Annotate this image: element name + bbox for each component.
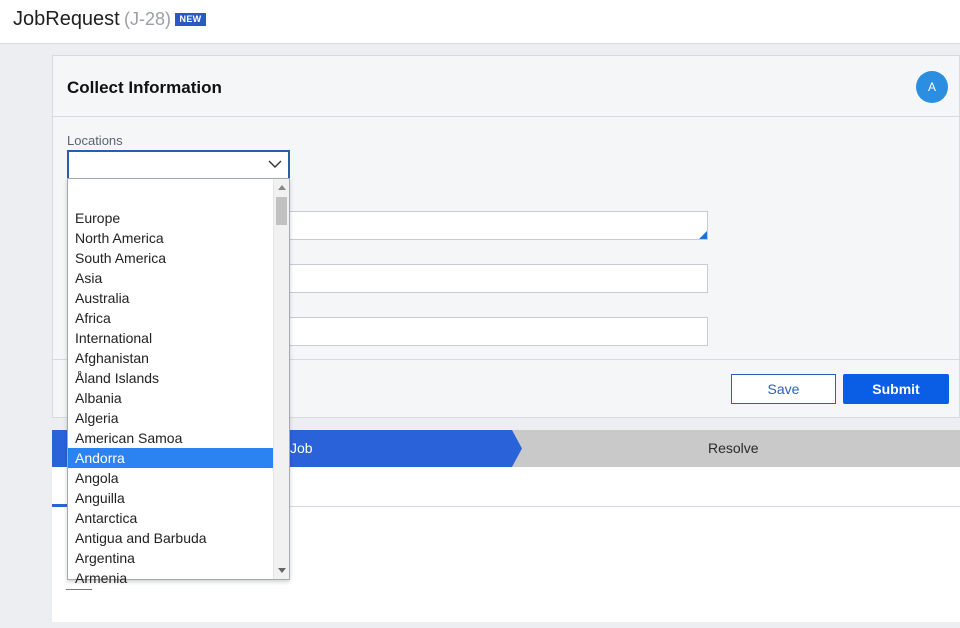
scroll-up-icon[interactable] <box>278 185 286 190</box>
dropdown-option[interactable]: Africa <box>68 308 273 328</box>
card-header: Collect Information A <box>53 56 959 117</box>
dropdown-option[interactable]: Antigua and Barbuda <box>68 528 273 548</box>
case-id: (J-28) <box>124 9 172 29</box>
dropdown-option[interactable]: Albania <box>68 388 273 408</box>
dropdown-option[interactable]: Åland Islands <box>68 368 273 388</box>
resize-handle-icon[interactable] <box>699 231 707 239</box>
placeholder-dash <box>66 589 92 590</box>
dropdown-option[interactable]: North America <box>68 228 273 248</box>
dropdown-option[interactable]: Argentina <box>68 548 273 568</box>
dropdown-option[interactable]: International <box>68 328 273 348</box>
top-bar: JobRequest (J-28) NEW <box>0 0 960 44</box>
dropdown-option[interactable]: Angola <box>68 468 273 488</box>
save-button[interactable]: Save <box>731 374 836 404</box>
locations-label: Locations <box>67 133 123 148</box>
dropdown-option[interactable]: American Samoa <box>68 428 273 448</box>
dropdown-option[interactable]: Armenia <box>68 568 273 588</box>
chevron-down-icon <box>268 160 282 168</box>
avatar[interactable]: A <box>916 71 948 103</box>
text-area-field[interactable] <box>289 211 708 240</box>
dropdown-option[interactable]: South America <box>68 248 273 268</box>
stage-resolve-label: Resolve <box>708 440 759 456</box>
scroll-thumb[interactable] <box>276 197 287 225</box>
dropdown-option[interactable]: Asia <box>68 268 273 288</box>
text-field-3[interactable] <box>289 317 708 346</box>
dropdown-option[interactable]: Australia <box>68 288 273 308</box>
scroll-down-icon[interactable] <box>278 568 286 573</box>
dropdown-option[interactable] <box>68 188 273 208</box>
status-badge: NEW <box>175 13 206 26</box>
dropdown-option[interactable]: Europe <box>68 208 273 228</box>
submit-button[interactable]: Submit <box>843 374 949 404</box>
locations-dropdown-list[interactable]: Europe North America South America Asia Aust… <box>67 178 290 586</box>
dropdown-option[interactable]: Anguilla <box>68 488 273 508</box>
dropdown-option[interactable]: Andorra <box>68 448 273 468</box>
locations-select[interactable] <box>67 150 290 180</box>
options-list: Europe North America South America Asia Aust… <box>68 179 273 586</box>
dropdown-option[interactable]: Algeria <box>68 408 273 428</box>
dropdown-option[interactable]: Antarctica <box>68 508 273 528</box>
case-type-title: JobRequest <box>13 8 120 30</box>
dropdown-option[interactable]: Afghanistan <box>68 348 273 368</box>
stage-job-label: Job <box>290 440 313 456</box>
scrollbar[interactable] <box>273 179 289 579</box>
card-title: Collect Information <box>67 78 222 97</box>
text-field-2[interactable] <box>289 264 708 293</box>
